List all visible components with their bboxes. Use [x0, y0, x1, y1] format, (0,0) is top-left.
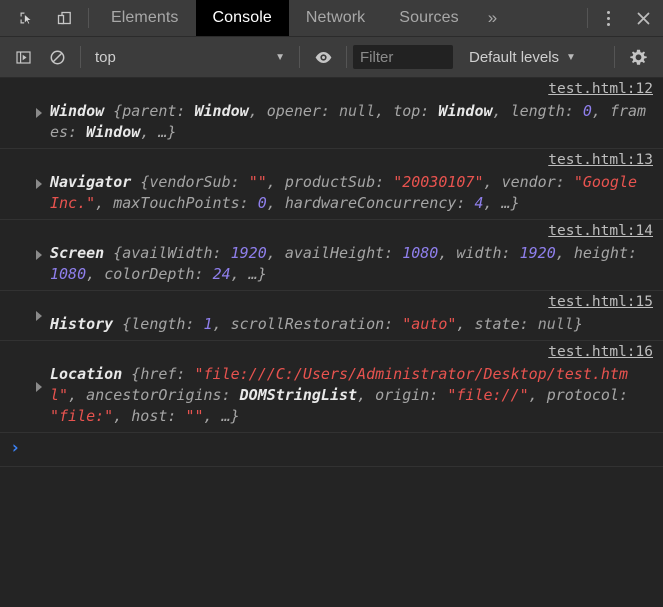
filter-placeholder: Filter: [360, 48, 394, 66]
source-link[interactable]: test.html:13: [548, 152, 653, 168]
live-expression-eye-icon[interactable]: [306, 40, 340, 74]
log-levels-select[interactable]: Default levels ▼: [459, 44, 586, 70]
console-entry: test.html:15 History {length: 1, scrollR…: [0, 291, 663, 341]
toolbar-divider-4: [614, 46, 615, 68]
tabbar-divider-right: [587, 8, 588, 28]
expand-triangle-icon[interactable]: [36, 108, 42, 118]
tab-network[interactable]: Network: [289, 0, 382, 36]
prompt-chevron-icon: ›: [10, 438, 21, 458]
expand-triangle-icon[interactable]: [36, 179, 42, 189]
toolbar-divider-2: [299, 46, 300, 68]
tabbar-divider: [88, 8, 89, 28]
source-link[interactable]: test.html:12: [548, 81, 653, 97]
console-entry: test.html:16 Location {href: "file:///C:…: [0, 341, 663, 433]
log-levels-label: Default levels: [469, 48, 560, 66]
source-link[interactable]: test.html:16: [548, 344, 653, 360]
toolbar-divider-1: [80, 46, 81, 68]
console-entry: test.html:13 Navigator {vendorSub: "", p…: [0, 149, 663, 220]
console-toolbar: top ▼ Filter Default levels ▼: [0, 37, 663, 78]
tab-elements[interactable]: Elements: [94, 0, 196, 36]
inspect-element-icon[interactable]: [7, 0, 45, 36]
toolbar-divider-3: [346, 46, 347, 68]
expand-triangle-icon[interactable]: [36, 381, 42, 392]
chevron-down-icon-levels: ▼: [566, 51, 576, 63]
close-icon[interactable]: [623, 0, 663, 36]
devtools-window: Elements Console Network Sources » top ▼…: [0, 0, 663, 607]
devtools-tabbar: Elements Console Network Sources »: [0, 0, 663, 37]
execution-context-label: top: [95, 48, 116, 66]
filter-input[interactable]: Filter: [353, 45, 453, 69]
console-entry: test.html:14 Screen {availWidth: 1920, a…: [0, 220, 663, 291]
expand-triangle-icon[interactable]: [36, 310, 42, 321]
console-sidebar-toggle-icon[interactable]: [6, 40, 40, 74]
clear-console-icon[interactable]: [40, 40, 74, 74]
tab-sources[interactable]: Sources: [382, 0, 475, 36]
device-toolbar-icon[interactable]: [45, 0, 83, 36]
source-link[interactable]: test.html:15: [548, 294, 653, 310]
settings-gear-icon[interactable]: [621, 40, 655, 74]
execution-context-select[interactable]: top ▼: [87, 44, 293, 70]
chevron-down-icon: ▼: [275, 51, 285, 63]
more-tabs-icon[interactable]: »: [476, 0, 509, 36]
tab-console[interactable]: Console: [195, 0, 289, 36]
expand-triangle-icon[interactable]: [36, 250, 42, 260]
console-prompt[interactable]: ›: [0, 433, 663, 467]
devtools-menu-icon[interactable]: [593, 0, 623, 36]
console-entry: test.html:12 Window {parent: Window, ope…: [0, 78, 663, 149]
console-output: test.html:12 Window {parent: Window, ope…: [0, 78, 663, 607]
source-link[interactable]: test.html:14: [548, 223, 653, 239]
tabbar-spacer: [509, 0, 582, 36]
console-prompt-input[interactable]: [20, 440, 655, 457]
